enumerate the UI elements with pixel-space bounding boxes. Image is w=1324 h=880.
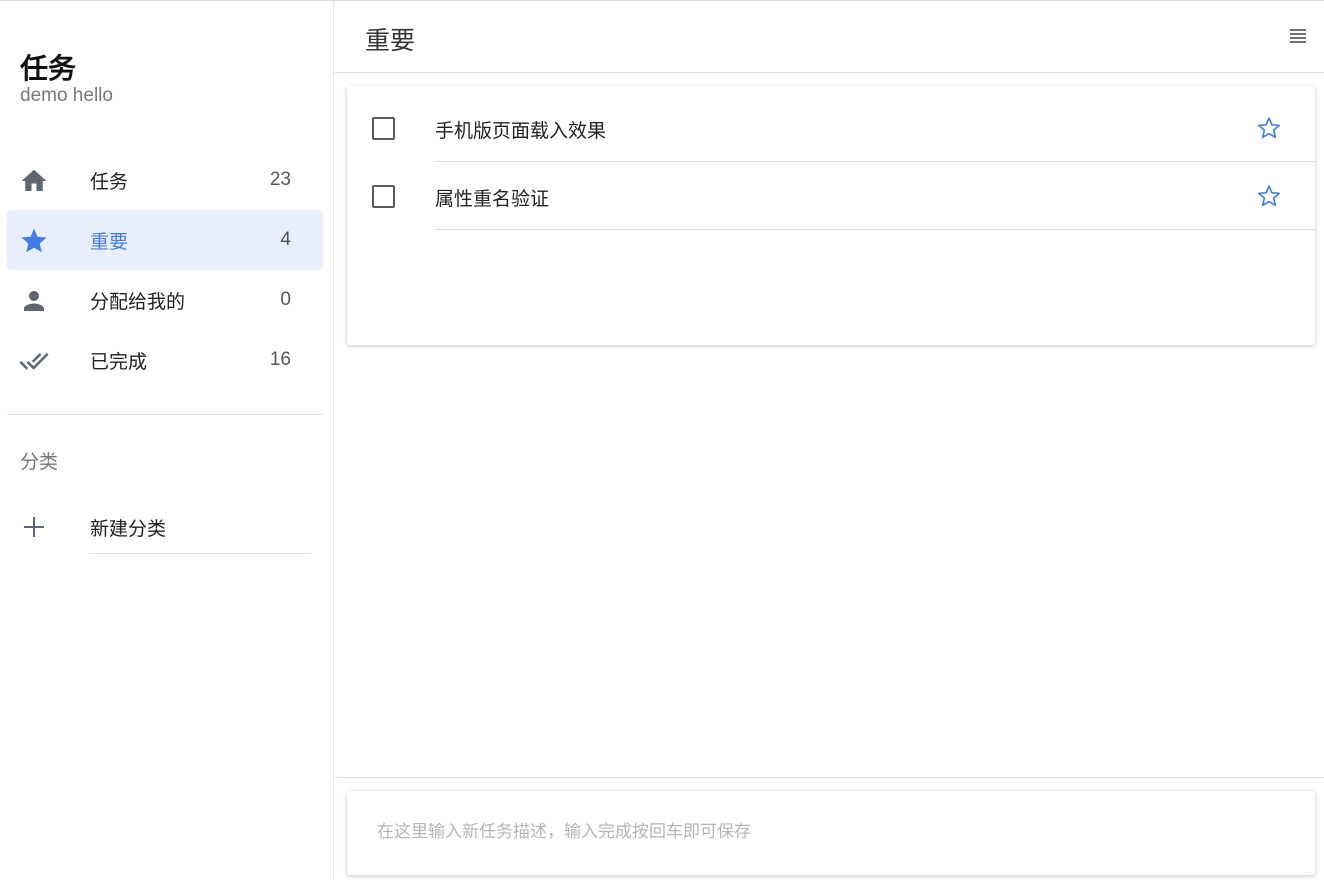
sidebar-item-completed[interactable]: 已完成 16 (7, 330, 323, 390)
star-outline-icon[interactable] (1256, 183, 1282, 209)
brand: 任务 demo hello (20, 51, 113, 107)
task-title[interactable]: 手机版页面载入效果 (435, 116, 606, 143)
task-separator (435, 229, 1315, 230)
sidebar-nav: 任务 23 重要 4 分配给我的 0 已完成 16 (7, 150, 323, 390)
new-category-button[interactable]: 新建分类 (7, 499, 323, 555)
page-title: 重要 (365, 27, 416, 55)
star-outline-icon[interactable] (1256, 115, 1282, 141)
app-root: 任务 demo hello 任务 23 重要 4 分配给我的 0 已完成 16 … (0, 0, 1324, 880)
done-all-icon (19, 346, 49, 376)
task-list: 手机版页面载入效果 属性重名验证 (347, 86, 1315, 345)
sidebar-item-count: 23 (269, 169, 291, 190)
main-panel: 重要 手机版页面载入效果 属性重名验证 (335, 1, 1324, 880)
sidebar-item-label: 重要 (90, 231, 129, 253)
app-title: 任务 (20, 53, 77, 84)
task-checkbox[interactable] (372, 117, 395, 140)
person-icon (19, 286, 49, 316)
sidebar-item-label: 分配给我的 (90, 291, 186, 313)
new-category-label: 新建分类 (90, 519, 167, 540)
sidebar-item-count: 0 (280, 289, 291, 310)
sidebar-item-important[interactable]: 重要 4 (7, 210, 323, 270)
task-item[interactable]: 手机版页面载入效果 (347, 94, 1315, 162)
new-task-card (347, 791, 1315, 875)
footer-divider (335, 777, 1324, 778)
sidebar-divider (7, 414, 323, 415)
task-item[interactable]: 属性重名验证 (347, 162, 1315, 230)
task-checkbox[interactable] (372, 185, 395, 208)
new-task-input[interactable] (377, 817, 1277, 847)
menu-icon[interactable] (1288, 27, 1308, 45)
app-subtitle: demo hello (20, 85, 113, 106)
star-icon (19, 226, 49, 256)
home-icon (19, 166, 49, 196)
sidebar-item-tasks[interactable]: 任务 23 (7, 150, 323, 210)
main-header: 重要 (335, 1, 1324, 73)
sidebar: 任务 demo hello 任务 23 重要 4 分配给我的 0 已完成 16 … (0, 1, 334, 880)
new-category-underline (90, 553, 311, 554)
plus-icon (20, 513, 48, 541)
sidebar-item-label: 任务 (90, 171, 129, 193)
sidebar-item-label: 已完成 (90, 351, 148, 373)
categories-heading: 分类 (20, 452, 59, 473)
sidebar-item-count: 16 (269, 349, 291, 370)
sidebar-item-count: 4 (280, 229, 291, 250)
sidebar-item-assigned[interactable]: 分配给我的 0 (7, 270, 323, 330)
task-title[interactable]: 属性重名验证 (435, 184, 549, 211)
